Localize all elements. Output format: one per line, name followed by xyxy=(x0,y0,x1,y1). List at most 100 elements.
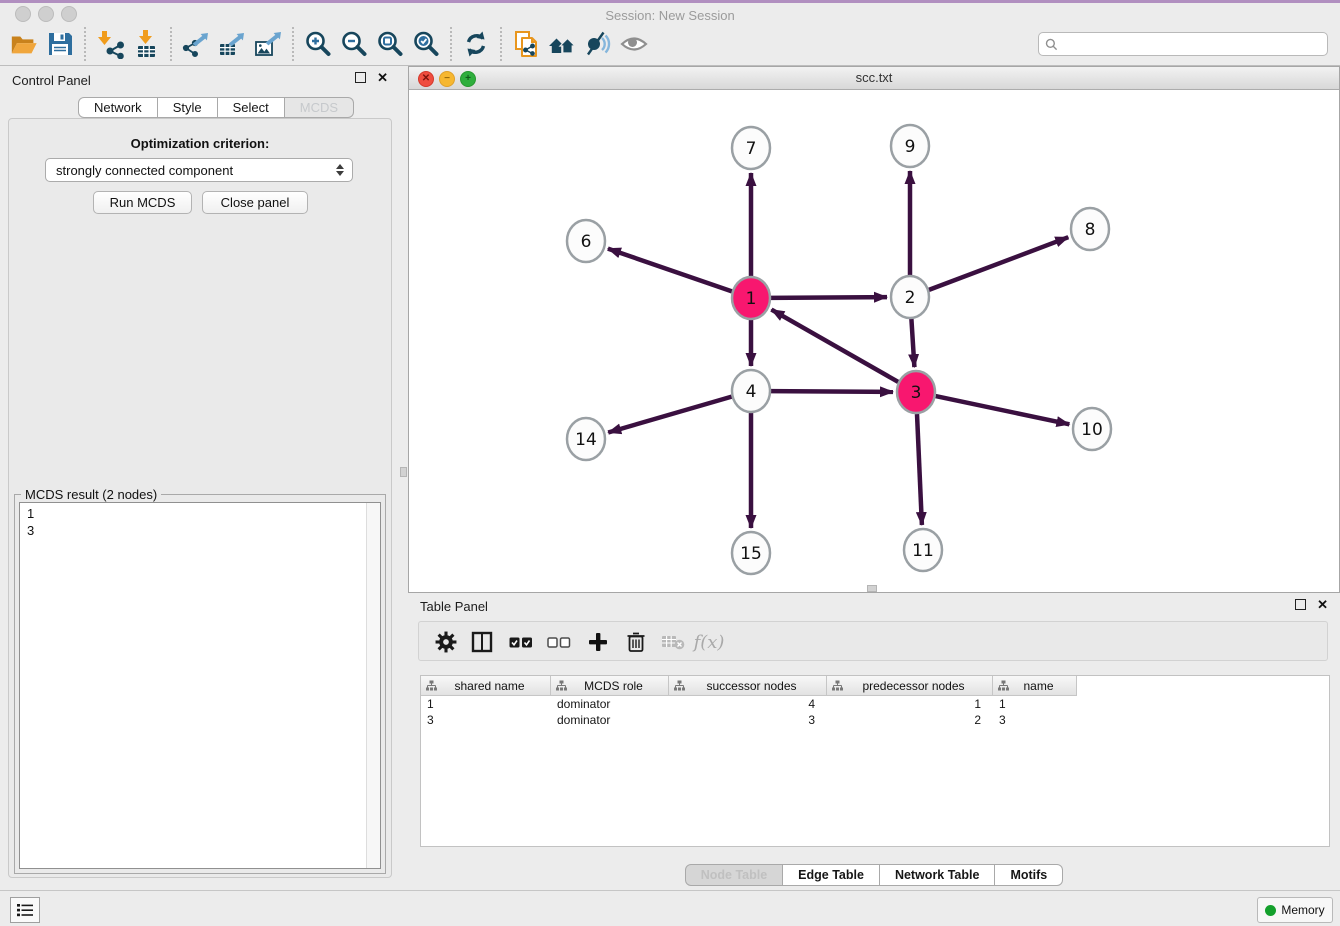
column-type-icon xyxy=(832,680,843,691)
zoom-fit-icon[interactable] xyxy=(372,27,408,61)
export-network-icon[interactable] xyxy=(178,27,214,61)
column-header-label: shared name xyxy=(437,679,550,693)
tab-edge-table[interactable]: Edge Table xyxy=(783,864,880,886)
toolbar-separator xyxy=(84,27,86,61)
result-scrollbar[interactable] xyxy=(366,503,380,868)
tab-mcds[interactable]: MCDS xyxy=(285,97,354,118)
splitter-grip[interactable] xyxy=(867,585,877,592)
column-header-successor-nodes[interactable]: successor nodes xyxy=(669,676,827,696)
graph-edge-4-14[interactable] xyxy=(608,397,732,433)
search-input[interactable] xyxy=(1058,37,1327,51)
graph-node-label: 2 xyxy=(905,288,916,308)
graph-node-label: 8 xyxy=(1085,220,1096,240)
graph-node-label: 14 xyxy=(575,430,597,450)
column-type-icon xyxy=(426,680,437,691)
table-cell[interactable]: 1 xyxy=(993,697,1077,711)
show-view-eye-icon[interactable] xyxy=(616,27,652,61)
export-table-icon[interactable] xyxy=(214,27,250,61)
criterion-dropdown[interactable]: strongly connected component xyxy=(45,158,353,182)
close-panel-button[interactable]: Close panel xyxy=(202,191,308,214)
graph-edge-2-8[interactable] xyxy=(929,237,1068,290)
criterion-dropdown-value: strongly connected component xyxy=(46,163,336,178)
table-panel-title: Table Panel xyxy=(420,599,488,614)
delete-columns-trash-icon[interactable] xyxy=(623,630,649,654)
graph-node-label: 11 xyxy=(912,541,934,561)
table-cell[interactable]: dominator xyxy=(551,713,669,727)
toolbar-separator xyxy=(170,27,172,61)
clone-network-icon[interactable] xyxy=(508,27,544,61)
tab-node-table[interactable]: Node Table xyxy=(685,864,783,886)
refresh-layout-icon[interactable] xyxy=(458,27,494,61)
memory-button[interactable]: Memory xyxy=(1257,897,1333,923)
optimization-criterion-label: Optimization criterion: xyxy=(0,136,400,151)
search-icon xyxy=(1045,38,1058,51)
open-file-icon[interactable] xyxy=(6,27,42,61)
network-view-window: ✕ − + scc.txt 7968124314101511 xyxy=(408,66,1340,593)
column-header-label: MCDS role xyxy=(567,679,668,693)
column-header-label: name xyxy=(1009,679,1076,693)
float-table-panel-icon[interactable] xyxy=(1295,599,1306,610)
select-all-checkboxes-icon[interactable] xyxy=(508,630,534,654)
tab-network[interactable]: Network xyxy=(78,97,158,118)
graph-edge-1-2[interactable] xyxy=(771,297,887,298)
column-type-icon xyxy=(674,680,685,691)
graph-edge-3-10[interactable] xyxy=(936,396,1070,424)
table-row[interactable]: 3dominator323 xyxy=(421,712,1329,728)
table-cell[interactable]: 3 xyxy=(993,713,1077,727)
memory-status-icon xyxy=(1265,905,1276,916)
zoom-in-icon[interactable] xyxy=(300,27,336,61)
graph-edge-3-1[interactable] xyxy=(771,310,898,382)
table-cell[interactable]: 4 xyxy=(669,697,827,711)
column-settings-gear-icon[interactable] xyxy=(433,630,459,654)
graph-edge-2-3[interactable] xyxy=(911,319,914,367)
network-canvas[interactable]: 7968124314101511 xyxy=(409,89,1339,593)
save-session-icon[interactable] xyxy=(42,27,78,61)
graph-node-label: 15 xyxy=(740,544,762,564)
column-header-name[interactable]: name xyxy=(993,676,1077,696)
toggle-graphics-details-icon[interactable] xyxy=(580,27,616,61)
table-cell[interactable]: 3 xyxy=(421,713,551,727)
tab-motifs[interactable]: Motifs xyxy=(995,864,1063,886)
tab-style[interactable]: Style xyxy=(158,97,218,118)
splitter-grip[interactable] xyxy=(400,467,407,477)
zoom-out-icon[interactable] xyxy=(336,27,372,61)
graph-edge-4-3[interactable] xyxy=(771,391,893,392)
close-table-panel-icon[interactable]: ✕ xyxy=(1317,600,1328,609)
close-panel-icon[interactable]: ✕ xyxy=(377,73,388,82)
table-cell[interactable]: 2 xyxy=(827,713,993,727)
run-mcds-button[interactable]: Run MCDS xyxy=(93,191,192,214)
deselect-all-checkboxes-icon[interactable] xyxy=(546,630,572,654)
delete-table-icon-disabled xyxy=(660,630,686,654)
networks-home-icon[interactable] xyxy=(544,27,580,61)
column-header-predecessor-nodes[interactable]: predecessor nodes xyxy=(827,676,993,696)
graph-node-label: 9 xyxy=(905,137,916,157)
graph-edge-1-6[interactable] xyxy=(608,249,732,292)
column-header-MCDS-role[interactable]: MCDS role xyxy=(551,676,669,696)
table-body: 1dominator4113dominator323 xyxy=(421,696,1329,728)
column-header-shared-name[interactable]: shared name xyxy=(421,676,551,696)
table-cell[interactable]: 1 xyxy=(827,697,993,711)
table-panel: Table Panel ✕ f(x) shared name MCDS roles… xyxy=(408,595,1340,890)
create-column-plus-icon[interactable] xyxy=(585,630,611,654)
mcds-result-fieldset: MCDS result (2 nodes) 1 3 xyxy=(14,494,386,874)
control-panel-tabs: NetworkStyleSelectMCDS xyxy=(78,97,354,118)
table-cell[interactable]: dominator xyxy=(551,697,669,711)
vertical-splitter[interactable] xyxy=(400,66,408,890)
float-panel-icon[interactable] xyxy=(355,72,366,83)
tab-network-table[interactable]: Network Table xyxy=(880,864,996,886)
table-cell[interactable]: 3 xyxy=(669,713,827,727)
table-toolbar: f(x) xyxy=(418,621,1328,661)
tab-select[interactable]: Select xyxy=(218,97,285,118)
import-table-icon[interactable] xyxy=(128,27,164,61)
graph-node-label: 6 xyxy=(581,232,592,252)
show-column-panel-icon[interactable] xyxy=(469,630,495,654)
zoom-selected-icon[interactable] xyxy=(408,27,444,61)
task-history-list-icon[interactable] xyxy=(10,897,40,923)
export-image-icon[interactable] xyxy=(250,27,286,61)
table-row[interactable]: 1dominator411 xyxy=(421,696,1329,712)
table-panel-tabs: Node TableEdge TableNetwork TableMotifs xyxy=(408,864,1340,886)
table-cell[interactable]: 1 xyxy=(421,697,551,711)
mcds-result-box: 1 3 xyxy=(19,502,381,869)
import-network-icon[interactable] xyxy=(92,27,128,61)
graph-edge-3-11[interactable] xyxy=(917,414,922,525)
